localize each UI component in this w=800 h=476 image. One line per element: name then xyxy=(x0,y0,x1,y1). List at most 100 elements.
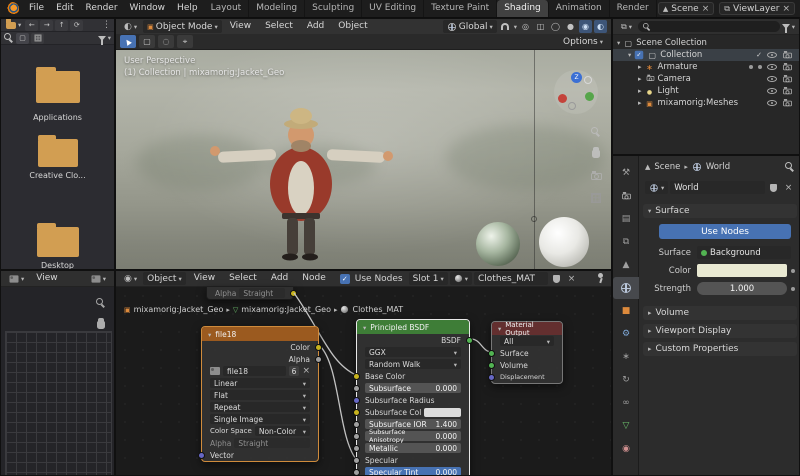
tab-object[interactable] xyxy=(613,300,639,322)
strength-slider[interactable]: 1.000 xyxy=(697,282,787,295)
character-model[interactable] xyxy=(116,50,612,270)
unlink-material-icon[interactable] xyxy=(565,272,578,285)
vector-input-socket[interactable] xyxy=(198,451,205,459)
collapse-icon[interactable] xyxy=(363,323,366,332)
workspace-tab-layout[interactable]: Layout xyxy=(204,0,250,17)
zoom-control-icon[interactable] xyxy=(588,124,604,140)
alpha-output-socket[interactable] xyxy=(315,355,322,363)
filter-caret-icon[interactable] xyxy=(108,33,111,43)
subsurface-anisotropy-socket[interactable] xyxy=(353,432,360,440)
source-dropdown[interactable]: Single Image xyxy=(210,414,310,424)
menu-window[interactable]: Window xyxy=(124,0,172,17)
display-thumbnails-button[interactable] xyxy=(31,32,44,44)
axis-x-handle[interactable] xyxy=(558,94,567,103)
mode-dropdown[interactable]: Object Mode xyxy=(143,20,222,33)
subsurface-anisotropy-slider[interactable]: Subsurface Anisotropy 0.000 xyxy=(365,428,461,444)
menu-file[interactable]: File xyxy=(23,0,50,17)
outliner-row-armature[interactable]: Armature xyxy=(613,61,799,73)
editor-type-button[interactable] xyxy=(120,20,141,33)
editor-type-button[interactable] xyxy=(120,272,141,285)
shading-material-icon[interactable] xyxy=(579,20,592,33)
proportional-edit-icon[interactable] xyxy=(519,20,532,33)
folder-icon-desktop[interactable] xyxy=(37,223,79,257)
forward-button[interactable] xyxy=(40,19,54,31)
expand-icon[interactable] xyxy=(638,74,642,84)
collection-checkbox[interactable] xyxy=(635,50,644,60)
select-circle-tool-button[interactable] xyxy=(158,35,174,48)
users-count-button[interactable]: 6 xyxy=(288,366,300,376)
snap-magnet-icon[interactable] xyxy=(499,20,512,33)
snap-caret-icon[interactable] xyxy=(514,22,517,32)
expand-icon[interactable] xyxy=(628,50,631,60)
target-dropdown[interactable]: All xyxy=(500,336,554,346)
unlink-image-icon[interactable] xyxy=(302,366,310,376)
tweak-tool-button[interactable] xyxy=(120,35,136,48)
subsurface-method-dropdown[interactable]: Random Walk xyxy=(365,359,461,369)
outliner-search-input[interactable] xyxy=(637,21,780,32)
clipped-alpha-dropdown[interactable]: Straight xyxy=(239,288,285,298)
filter-caret-icon[interactable] xyxy=(792,22,795,32)
tab-scene[interactable] xyxy=(613,254,639,276)
refresh-button[interactable] xyxy=(70,19,84,31)
scene-selector[interactable]: Scene xyxy=(657,2,715,15)
editor-type-button[interactable] xyxy=(4,19,23,32)
workspace-tab-animation[interactable]: Animation xyxy=(549,0,610,17)
collapse-icon[interactable] xyxy=(208,330,211,339)
clipped-node-fragment[interactable]: Alpha Straight xyxy=(206,287,297,300)
shading-solid-icon[interactable] xyxy=(564,20,577,33)
base-color-socket[interactable] xyxy=(353,372,360,380)
expand-icon[interactable] xyxy=(617,38,620,48)
unlink-icon[interactable] xyxy=(782,181,795,194)
browse-world-button[interactable] xyxy=(645,181,669,194)
workspace-tab-texture-paint[interactable]: Texture Paint xyxy=(424,0,498,17)
bsdf-output-socket[interactable] xyxy=(466,336,473,344)
subsurface-slider[interactable]: Subsurface 0.000 xyxy=(365,383,461,393)
interpolation-dropdown[interactable]: Linear xyxy=(210,378,310,388)
breadcrumb-material[interactable]: Clothes_MAT xyxy=(352,305,403,314)
expand-icon[interactable] xyxy=(638,98,642,108)
back-button[interactable] xyxy=(25,19,39,31)
file-menu-dots-icon[interactable] xyxy=(102,20,111,30)
projection-dropdown[interactable]: Flat xyxy=(210,390,310,400)
search-icon[interactable] xyxy=(4,33,14,43)
distribution-dropdown[interactable]: GGX xyxy=(365,347,461,357)
tab-material[interactable] xyxy=(613,438,639,460)
shader-menu-select[interactable]: Select xyxy=(223,271,263,287)
options-dropdown[interactable]: Options xyxy=(559,35,607,48)
shader-menu-node[interactable]: Node xyxy=(296,271,332,287)
volume-panel-header[interactable]: Volume xyxy=(643,306,797,320)
material-output-node[interactable]: Material Output All Surface Volume Displ… xyxy=(488,321,563,384)
browse-material-button[interactable] xyxy=(449,272,472,285)
workspace-tab-render[interactable]: Render xyxy=(610,0,657,17)
viewlayer-unlink-icon[interactable] xyxy=(782,4,790,14)
subsurface-ior-socket[interactable] xyxy=(353,420,360,428)
expand-icon[interactable] xyxy=(638,86,642,96)
subsurface-socket[interactable] xyxy=(353,384,360,392)
select-box-tool-button[interactable] xyxy=(139,35,155,48)
menu-help[interactable]: Help xyxy=(171,0,204,17)
folder-label[interactable]: Desktop xyxy=(1,261,114,269)
output-socket[interactable] xyxy=(290,289,297,297)
displacement-input-socket[interactable] xyxy=(488,373,495,381)
navigation-gizmo[interactable]: Z xyxy=(554,70,598,114)
viewport-display-panel-header[interactable]: Viewport Display xyxy=(643,324,797,338)
hide-eye-icon[interactable] xyxy=(767,100,777,106)
editor-type-button[interactable] xyxy=(5,272,28,285)
metallic-slider[interactable]: Metallic 0.000 xyxy=(365,443,461,453)
viewport-menu-object[interactable]: Object xyxy=(332,19,373,35)
tab-modifiers[interactable] xyxy=(613,323,639,345)
viewport-canvas[interactable]: User Perspective (1) Collection | mixamo… xyxy=(116,50,612,270)
orthographic-grid-icon[interactable] xyxy=(588,190,604,206)
disable-render-icon[interactable] xyxy=(783,50,792,58)
color-space-dropdown[interactable]: Non-Color xyxy=(254,426,310,436)
principled-bsdf-node[interactable]: Principled BSDF BSDF GGX Random Walk Bas… xyxy=(353,319,473,475)
hide-eye-icon[interactable] xyxy=(767,52,777,58)
surface-input-socket[interactable] xyxy=(488,349,495,357)
pin-icon[interactable] xyxy=(594,272,607,285)
image-2d-grid[interactable] xyxy=(5,331,112,475)
expand-icon[interactable] xyxy=(638,62,642,72)
volume-input-socket[interactable] xyxy=(488,361,495,369)
outliner-row-light[interactable]: Light xyxy=(613,85,799,97)
tab-view-layer[interactable] xyxy=(613,231,639,253)
subsurface-color-socket[interactable] xyxy=(353,408,360,416)
